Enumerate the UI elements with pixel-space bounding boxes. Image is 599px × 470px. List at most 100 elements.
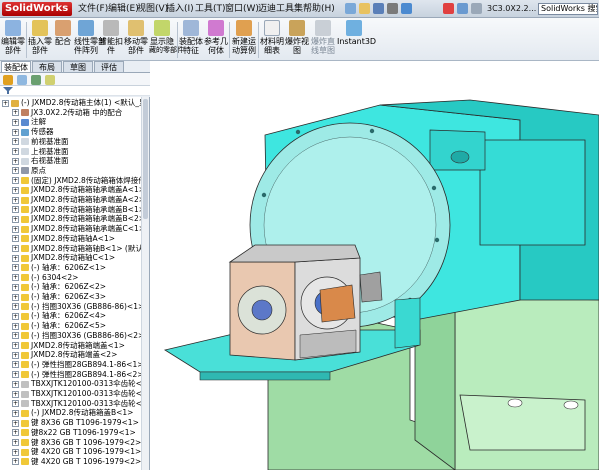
tree-item[interactable]: + 键 8X36 GB T 1096-1979<2> — [12, 438, 141, 448]
expand-toggle[interactable]: + — [12, 419, 19, 427]
display-manager-icon[interactable] — [45, 75, 55, 85]
new-document-icon[interactable] — [345, 3, 356, 14]
tree-item[interactable]: + JXMD2.8传动箱箱轴承端盖A<1> — [12, 185, 145, 195]
tree-item[interactable]: + TBXXJTK120100-0313伞齿轮<2> — [12, 389, 149, 399]
tree-item[interactable]: + 键 4X20 GB T 1096-1979<1> — [12, 447, 141, 457]
tree-scrollbar[interactable] — [141, 97, 149, 470]
tree-item[interactable]: + 键8x22 GB T1096-1979<1> — [12, 428, 136, 438]
insert-components-button[interactable]: 插入零 部件 — [28, 20, 52, 60]
exploded-view-button[interactable]: 爆炸视 图 — [285, 20, 309, 60]
tree-item[interactable]: + (-) JXMD2.8传动箱箱盖B<1> — [12, 408, 133, 418]
tab-layout[interactable]: 布局 — [32, 61, 62, 72]
tree-item[interactable]: + (-) 弹性挡圈28GB894.1-86<1> — [12, 360, 144, 370]
menu-maidi-tools[interactable]: 迈迪工具集 — [258, 3, 303, 15]
expand-toggle[interactable]: + — [12, 351, 19, 359]
expand-toggle[interactable]: + — [12, 196, 19, 204]
select-icon[interactable] — [443, 3, 454, 14]
reference-geometry-button[interactable]: 参考几 何体 — [204, 20, 228, 60]
tab-sketch[interactable]: 草图 — [63, 61, 93, 72]
tree-item[interactable]: + (-) 轴承：6206Z<4> — [12, 311, 106, 321]
tree-filter-bar[interactable] — [0, 86, 150, 96]
rebuild-icon[interactable] — [457, 3, 468, 14]
menu-file[interactable]: 文件(F) — [78, 3, 108, 15]
expand-toggle[interactable]: + — [12, 157, 19, 165]
menu-tools[interactable]: 工具(T) — [195, 3, 226, 15]
search-input[interactable]: SolidWorks 搜索 — [538, 3, 598, 15]
expand-toggle[interactable]: + — [12, 312, 19, 320]
expand-toggle[interactable]: + — [12, 283, 19, 291]
expand-toggle[interactable]: + — [12, 138, 19, 146]
edit-component-button[interactable]: 编辑零 部件 — [1, 20, 25, 60]
tree-item[interactable]: + JXMD2.8传动箱轴C<1> — [12, 253, 115, 263]
expand-toggle[interactable]: + — [12, 225, 19, 233]
tree-item[interactable]: + (-) 轴承：6206Z<2> — [12, 282, 106, 292]
expand-toggle[interactable]: + — [12, 148, 19, 155]
print-icon[interactable] — [387, 3, 398, 14]
tree-item[interactable]: + JXMD2.8传动箱箱轴B<1> (默认) — [12, 244, 146, 254]
menu-edit[interactable]: 编辑(E) — [108, 3, 139, 15]
expand-toggle[interactable]: + — [12, 429, 19, 437]
tab-evaluate[interactable]: 评估 — [94, 61, 124, 72]
expand-toggle[interactable]: + — [12, 206, 19, 214]
expand-toggle[interactable]: + — [2, 99, 9, 107]
expand-toggle[interactable]: + — [12, 409, 19, 417]
menu-window[interactable]: 窗口(W) — [225, 3, 259, 15]
tree-item[interactable]: + 注解 — [12, 117, 46, 127]
tree-item[interactable]: + 上视基准面 — [12, 147, 69, 157]
tree-item[interactable]: + JXMD2.8传动箱箱轴承端盖C<1> — [12, 224, 145, 234]
tree-item[interactable]: + JXMD2.8传动箱端盖<2> — [12, 350, 117, 360]
show-hidden-components-button[interactable]: 显示隐 藏的零部件 — [149, 20, 184, 60]
tree-item[interactable]: + 键 8X36 GB T1096-1979<1> — [12, 418, 139, 428]
expand-toggle[interactable]: + — [12, 332, 19, 340]
expand-toggle[interactable]: + — [12, 177, 19, 185]
instant3d-button[interactable]: Instant3D — [337, 20, 376, 60]
feature-tree-icon[interactable] — [3, 75, 13, 85]
expand-toggle[interactable]: + — [12, 361, 19, 369]
bill-of-materials-button[interactable]: 材料明 细表 — [260, 20, 284, 60]
expand-toggle[interactable]: + — [12, 322, 19, 330]
assembly-model[interactable] — [151, 61, 599, 470]
menu-insert[interactable]: 插入(I) — [166, 3, 194, 15]
expand-toggle[interactable]: + — [12, 293, 19, 301]
undo-icon[interactable] — [401, 3, 412, 14]
menu-help[interactable]: 帮助(H) — [303, 3, 335, 15]
expand-toggle[interactable]: + — [12, 390, 19, 398]
tree-item[interactable]: + JXMD2.8传动箱箱轴承端盖B<2> — [12, 214, 145, 224]
expand-toggle[interactable]: + — [12, 128, 19, 136]
tree-item[interactable]: + (-) JXMD2.8传动箱主体(1) <默认_显示 — [2, 98, 149, 108]
assembly-features-button[interactable]: 装配体 特征 — [179, 20, 203, 60]
tree-item[interactable]: + (-) 轴承：6206Z<3> — [12, 292, 106, 302]
menu-view[interactable]: 视图(V) — [137, 3, 168, 15]
expand-toggle[interactable]: + — [12, 458, 19, 466]
expand-toggle[interactable]: + — [12, 400, 19, 408]
scrollbar-thumb[interactable] — [143, 99, 148, 219]
mate-button[interactable]: 配合 — [53, 20, 73, 60]
expand-toggle[interactable]: + — [12, 109, 19, 117]
tree-item[interactable]: + 右视基准面 — [12, 156, 69, 166]
graphics-area[interactable] — [151, 61, 599, 470]
linear-pattern-button[interactable]: 线性零部 件阵列 — [74, 20, 106, 60]
tree-item[interactable]: + (-) 轴承：6206Z<5> — [12, 321, 106, 331]
expand-toggle[interactable]: + — [12, 118, 19, 126]
tree-item[interactable]: + JXMD2.8传动箱箱轴承端盖A<2> — [12, 195, 145, 205]
tree-item[interactable]: + JX3.0X2.2传动箱 中的配合 — [12, 108, 122, 118]
tree-item[interactable]: + 前视基准面 — [12, 137, 69, 147]
tree-item[interactable]: + JXMD2.8传动箱轴A<1> — [12, 234, 115, 244]
expand-toggle[interactable]: + — [12, 448, 19, 456]
tree-item[interactable]: + 原点 — [12, 166, 46, 176]
tree-item[interactable]: + (-) 挡圈30X36 (GB886-86)<2> — [12, 331, 144, 341]
expand-toggle[interactable]: + — [12, 342, 19, 349]
options-icon[interactable] — [471, 3, 482, 14]
expand-toggle[interactable]: + — [12, 264, 19, 272]
tree-item[interactable]: + 键 4X20 GB T 1096-1979<2> — [12, 457, 141, 467]
configuration-manager-icon[interactable] — [31, 75, 41, 85]
tree-item[interactable]: + TBXXJTK120100-0313伞齿轮<1> — [12, 379, 149, 389]
save-icon[interactable] — [373, 3, 384, 14]
expand-toggle[interactable]: + — [12, 167, 19, 175]
expand-toggle[interactable]: + — [12, 245, 19, 252]
smart-fasteners-button[interactable]: 智能扣 件 — [99, 20, 123, 60]
open-folder-icon[interactable] — [359, 3, 370, 14]
tab-assembly[interactable]: 装配体 — [1, 61, 31, 72]
expand-toggle[interactable]: + — [12, 235, 19, 243]
property-manager-icon[interactable] — [17, 75, 27, 85]
